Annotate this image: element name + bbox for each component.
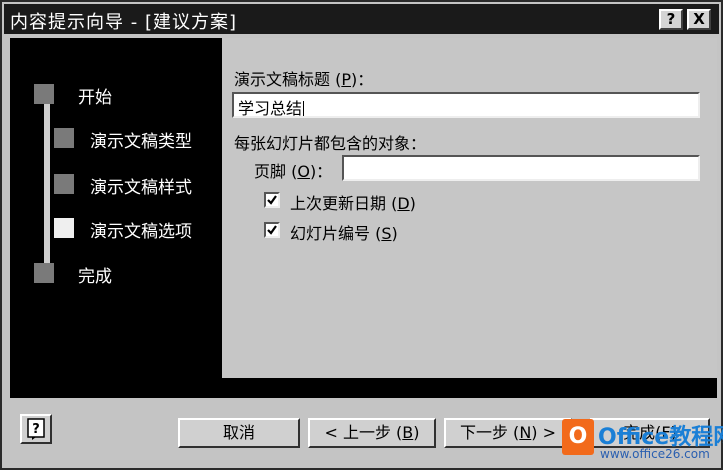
step-label-type[interactable]: 演示文稿类型: [90, 127, 192, 152]
office-assistant-button[interactable]: ?: [20, 414, 52, 444]
title-help-button[interactable]: ?: [659, 9, 683, 30]
step-node-start: [34, 84, 54, 104]
last-updated-date-checkbox[interactable]: [264, 192, 280, 208]
slide-number-label: 幻灯片编号 (S): [290, 224, 398, 243]
svg-text:?: ?: [32, 422, 40, 437]
options-pane: 演示文稿标题 (P)： 学习总结 每张幻灯片都包含的对象： 页脚 (O)： 上次…: [222, 38, 717, 378]
step-node-finish: [34, 263, 54, 283]
checkmark-icon: [267, 195, 277, 205]
office-logo-icon: O: [562, 419, 594, 455]
steps-track: [44, 93, 50, 273]
watermark: O Office教程网 www.office26.com: [562, 417, 723, 467]
step-node-options: [54, 218, 74, 238]
watermark-url: www.office26.com: [600, 447, 710, 461]
cancel-button[interactable]: 取消: [178, 418, 300, 448]
close-button[interactable]: X: [687, 9, 711, 30]
step-label-options[interactable]: 演示文稿选项: [90, 217, 192, 242]
separator-bar: [10, 378, 717, 398]
objects-label: 每张幻灯片都包含的对象：: [234, 134, 427, 153]
wizard-steps-pane: 开始 演示文稿类型 演示文稿样式 演示文稿选项 完成: [10, 38, 222, 378]
presentation-title-input[interactable]: 学习总结: [232, 92, 700, 118]
footer-input[interactable]: [342, 155, 700, 181]
step-label-finish[interactable]: 完成: [78, 262, 112, 287]
checkmark-icon: [267, 225, 277, 235]
footer-field-label: 页脚 (O)：: [254, 162, 333, 181]
back-button[interactable]: < 上一步 (B): [308, 418, 436, 448]
last-updated-date-label: 上次更新日期 (D): [290, 194, 416, 213]
title-bar[interactable]: 内容提示向导 - [建议方案] ? X: [4, 4, 719, 34]
title-field-label: 演示文稿标题 (P)：: [234, 70, 374, 89]
step-label-style[interactable]: 演示文稿样式: [90, 173, 192, 198]
wizard-dialog: 内容提示向导 - [建议方案] ? X 开始 演示文稿类型 演示文稿样式 演示文…: [0, 0, 723, 470]
help-question-icon: ?: [27, 418, 45, 440]
text-caret: [303, 101, 305, 116]
slide-number-checkbox[interactable]: [264, 222, 280, 238]
window-title: 内容提示向导 - [建议方案]: [10, 12, 237, 33]
step-node-type: [54, 128, 74, 148]
step-node-style: [54, 174, 74, 194]
next-button[interactable]: 下一步 (N) >: [444, 418, 572, 448]
step-label-start[interactable]: 开始: [78, 83, 112, 108]
